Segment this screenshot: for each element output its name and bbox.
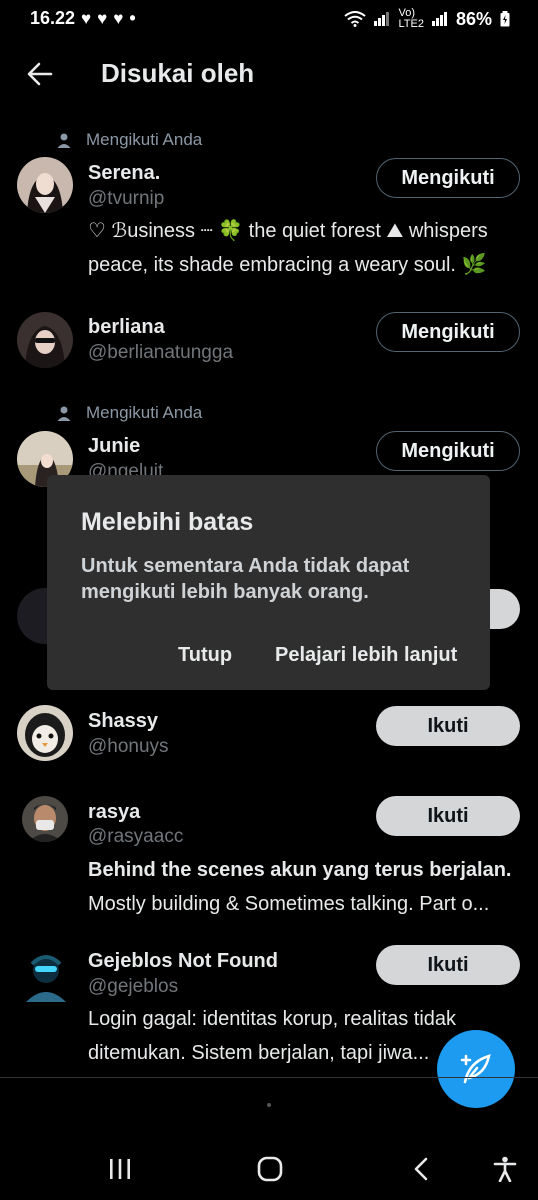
bio-line: Mostly building & Sometimes talking. Par… (88, 893, 490, 915)
arrow-left-icon (27, 62, 53, 86)
battery-icon (500, 11, 510, 27)
hidden-button-edge (490, 589, 520, 629)
user-handle[interactable]: @berlianatungga (88, 342, 233, 364)
recents-icon (110, 1159, 130, 1179)
follows-you-context: Mengikuti Anda (56, 403, 202, 423)
user-handle[interactable]: @tvurnip (88, 188, 164, 210)
status-left: 16.22 ♥ ♥ ♥ • (30, 8, 136, 29)
bio-line: Login gagal: identitas korup, realitas t… (88, 1008, 457, 1030)
avatar[interactable] (22, 796, 68, 842)
compose-button[interactable] (437, 1030, 515, 1108)
follow-button[interactable]: Ikuti (376, 945, 520, 985)
learn-more-button[interactable]: Pelajari lebih lanjut (275, 644, 457, 667)
user-name[interactable]: Serena. (88, 162, 160, 185)
follow-button[interactable]: Ikuti (376, 796, 520, 836)
user-handle[interactable]: @gejeblos (88, 976, 178, 998)
user-name[interactable]: Shassy (88, 710, 158, 733)
heart-icon: ♥ (97, 8, 108, 28)
battery-percent: 86% (455, 8, 492, 29)
user-name[interactable]: Junie (88, 435, 140, 458)
status-right: Vo) LTE2 86% (344, 8, 510, 30)
person-icon (57, 406, 71, 421)
user-bio: ♡ ℬusiness ┈ 🍀 the quiet forest ⛰ whispe… (88, 214, 528, 282)
status-bar: 16.22 ♥ ♥ ♥ • Vo) LTE2 86% (0, 0, 538, 38)
status-time: 16.22 (30, 8, 76, 28)
following-button[interactable]: Mengikuti (376, 312, 520, 352)
heart-icon: ♥ (113, 8, 124, 28)
bio-line: peace, its shade embracing a weary soul.… (88, 254, 487, 276)
follow-button[interactable]: Ikuti (376, 706, 520, 746)
avatar[interactable] (17, 705, 73, 761)
avatar[interactable] (17, 312, 73, 368)
signal-icon-2 (431, 12, 447, 26)
dialog-message: Untuk sementara Anda tidak dapat mengiku… (81, 555, 410, 603)
follows-you-label: Mengikuti Anda (86, 403, 203, 422)
bottom-divider (0, 1077, 538, 1078)
network-type: Vo) LTE2 (398, 7, 424, 30)
dialog-title: Melebihi batas (81, 508, 254, 536)
home-button[interactable] (250, 1149, 290, 1189)
accessibility-icon (493, 1156, 517, 1182)
following-button[interactable]: Mengikuti (376, 431, 520, 471)
wifi-icon (344, 11, 367, 27)
notification-dot: • (129, 8, 136, 28)
avatar[interactable] (22, 946, 70, 1002)
bio-line: ♡ ℬusiness ┈ 🍀 the quiet forest ⛰ whispe… (88, 220, 488, 242)
back-chevron-icon (414, 1157, 428, 1181)
user-handle[interactable]: @honuys (88, 736, 169, 758)
user-bio: Behind the scenes akun yang terus berjal… (88, 853, 528, 921)
following-button[interactable]: Mengikuti (376, 158, 520, 198)
page-title: Disukai oleh (101, 58, 255, 88)
signal-icon (374, 12, 390, 26)
close-dialog-button[interactable]: Tutup (178, 644, 232, 667)
accessibility-button[interactable] (485, 1149, 525, 1189)
user-handle[interactable]: @rasyaacc (88, 826, 183, 848)
rate-limit-dialog: Melebihi batas Untuk sementara Anda tida… (47, 475, 490, 690)
follows-you-context: Mengikuti Anda (56, 130, 202, 150)
app-header: Disukai oleh (0, 38, 538, 110)
recents-button[interactable] (100, 1149, 140, 1189)
bio-line: Behind the scenes akun yang terus berjal… (88, 859, 512, 881)
user-name[interactable]: rasya (88, 801, 140, 824)
user-name[interactable]: Gejeblos Not Found (88, 950, 278, 973)
compose-post-icon (460, 1054, 491, 1084)
avatar[interactable] (17, 157, 73, 213)
home-icon (257, 1156, 283, 1182)
back-button[interactable] (20, 54, 60, 94)
hidden-list-item (17, 588, 47, 644)
heart-icon: ♥ (81, 8, 92, 28)
page-indicator-dot (267, 1103, 271, 1107)
follows-you-label: Mengikuti Anda (86, 130, 203, 149)
user-name[interactable]: berliana (88, 316, 165, 339)
system-back-button[interactable] (401, 1149, 441, 1189)
person-icon (57, 133, 71, 148)
system-nav-bar (0, 1135, 538, 1200)
